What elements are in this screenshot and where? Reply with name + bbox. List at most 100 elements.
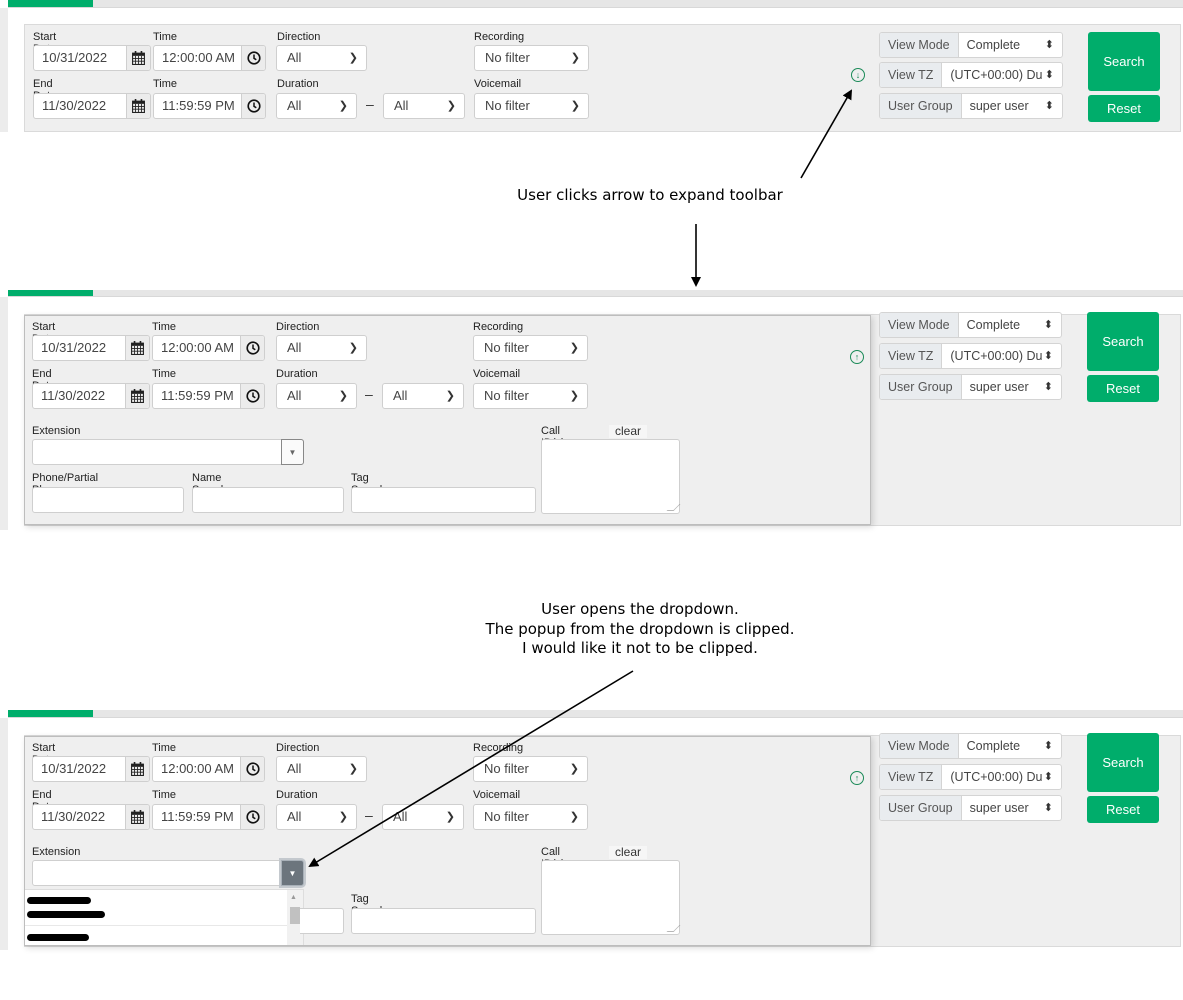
view-mode-select[interactable]: Complete ⬍ <box>959 313 1061 337</box>
duration-min-select[interactable]: All ❯ <box>276 93 357 119</box>
dropdown-option[interactable] <box>25 927 287 945</box>
view-tz-group[interactable]: View TZ (UTC+00:00) Dub ⬍ <box>879 62 1063 88</box>
chevron-down-icon: ❯ <box>445 811 455 823</box>
user-group-group[interactable]: User Group super user ⬍ <box>879 93 1063 119</box>
reset-button[interactable]: Reset <box>1088 95 1160 122</box>
direction-select[interactable]: All ❯ <box>276 756 367 782</box>
calendar-icon[interactable] <box>125 805 149 829</box>
calendar-icon[interactable] <box>126 46 150 70</box>
end-time-input[interactable]: 11:59:59 PM <box>152 383 265 409</box>
voicemail-select[interactable]: No filter ❯ <box>473 804 588 830</box>
start-date-input[interactable]: 10/31/2022 <box>32 335 150 361</box>
view-mode-group[interactable]: View Mode Complete ⬍ <box>879 733 1062 759</box>
start-date-value: 10/31/2022 <box>41 761 107 776</box>
direction-select[interactable]: All ❯ <box>276 45 367 71</box>
calendar-icon[interactable] <box>125 384 149 408</box>
duration-max-select[interactable]: All ❯ <box>382 804 464 830</box>
recording-select[interactable]: No filter ❯ <box>473 756 588 782</box>
end-date-input[interactable]: 11/30/2022 <box>32 804 150 830</box>
call-ids-textarea[interactable] <box>541 439 681 514</box>
extension-dropdown-button[interactable]: ▼ <box>281 439 304 465</box>
user-group-select[interactable]: super user ⬍ <box>962 94 1062 118</box>
view-mode-group[interactable]: View Mode Complete ⬍ <box>879 32 1063 58</box>
calendar-icon[interactable] <box>125 757 149 781</box>
search-button[interactable]: Search <box>1088 32 1160 91</box>
end-time-input[interactable]: 11:59:59 PM <box>153 93 266 119</box>
chevron-down-icon: ❯ <box>569 390 579 402</box>
collapse-toolbar-button[interactable]: ↑ <box>850 350 864 364</box>
duration-max-select[interactable]: All ❯ <box>383 93 465 119</box>
user-group-group[interactable]: User Group super user ⬍ <box>879 374 1062 400</box>
direction-label: Direction <box>276 742 320 754</box>
user-group-select[interactable]: super user ⬍ <box>962 375 1061 399</box>
recording-select[interactable]: No filter ❯ <box>474 45 589 71</box>
end-date-input[interactable]: 11/30/2022 <box>32 383 150 409</box>
duration-max-select[interactable]: All ❯ <box>382 383 464 409</box>
view-mode-group[interactable]: View Mode Complete ⬍ <box>879 312 1062 338</box>
clock-icon[interactable] <box>240 384 264 408</box>
chevron-down-icon: ❯ <box>569 811 579 823</box>
calendar-icon[interactable] <box>125 336 149 360</box>
scroll-up-icon[interactable]: ▲ <box>290 894 297 901</box>
expand-toolbar-button[interactable]: ↓ <box>851 68 865 82</box>
direction-select[interactable]: All ❯ <box>276 335 367 361</box>
duration-min-select[interactable]: All ❯ <box>276 383 357 409</box>
clear-ids-button[interactable]: clear ids <box>609 425 648 451</box>
chevron-down-icon: ❯ <box>348 763 358 775</box>
tag-search-input[interactable] <box>351 908 536 934</box>
clock-icon[interactable] <box>240 805 264 829</box>
scrollbar-thumb[interactable] <box>290 907 300 924</box>
view-mode-select[interactable]: Complete ⬍ <box>959 33 1062 57</box>
start-date-input[interactable]: 10/31/2022 <box>33 45 151 71</box>
view-tz-group[interactable]: View TZ (UTC+00:00) Dub ⬍ <box>879 343 1062 369</box>
phone-input[interactable] <box>32 487 184 513</box>
chevron-down-icon: ❯ <box>338 390 348 402</box>
search-button[interactable]: Search <box>1087 733 1159 792</box>
start-time-input[interactable]: 12:00:00 AM <box>152 335 265 361</box>
clock-icon[interactable] <box>241 46 265 70</box>
voicemail-label: Voicemail <box>474 78 522 90</box>
clock-icon[interactable] <box>240 336 264 360</box>
start-date-input[interactable]: 10/31/2022 <box>32 756 150 782</box>
start-time-input[interactable]: 12:00:00 AM <box>152 756 265 782</box>
view-mode-select[interactable]: Complete ⬍ <box>959 734 1061 758</box>
view-tz-select[interactable]: (UTC+00:00) Dub ⬍ <box>942 765 1061 789</box>
duration-min-select[interactable]: All ❯ <box>276 804 357 830</box>
sort-updown-icon: ⬍ <box>1041 344 1053 368</box>
view-tz-select[interactable]: (UTC+00:00) Dub ⬍ <box>942 344 1061 368</box>
clock-icon[interactable] <box>240 757 264 781</box>
call-ids-textarea[interactable] <box>541 860 681 935</box>
end-time-input[interactable]: 11:59:59 PM <box>152 804 265 830</box>
extension-dropdown-button[interactable]: ▼ <box>281 860 304 886</box>
progress-bar <box>8 290 1183 297</box>
name-search-input[interactable] <box>192 487 344 513</box>
user-group-select[interactable]: super user ⬍ <box>962 796 1061 820</box>
end-date-input[interactable]: 11/30/2022 <box>33 93 151 119</box>
extension-dropdown-popup[interactable]: ▲ <box>25 889 304 945</box>
voicemail-select[interactable]: No filter ❯ <box>474 93 589 119</box>
redacted-text <box>27 897 91 904</box>
calendar-icon[interactable] <box>126 94 150 118</box>
collapse-toolbar-button[interactable]: ↑ <box>850 771 864 785</box>
reset-button[interactable]: Reset <box>1087 796 1159 823</box>
user-group-group[interactable]: User Group super user ⬍ <box>879 795 1062 821</box>
extension-combobox[interactable]: ▼ <box>32 439 304 465</box>
reset-button[interactable]: Reset <box>1087 375 1159 402</box>
extension-combobox[interactable]: ▼ <box>32 860 304 886</box>
search-button[interactable]: Search <box>1087 312 1159 371</box>
clock-icon[interactable] <box>241 94 265 118</box>
tag-search-input[interactable] <box>351 487 536 513</box>
view-tz-group[interactable]: View TZ (UTC+00:00) Dub ⬍ <box>879 764 1062 790</box>
clear-ids-button[interactable]: clear ids <box>609 846 648 872</box>
start-time-input[interactable]: 12:00:00 AM <box>153 45 266 71</box>
resize-handle-icon[interactable] <box>666 925 681 932</box>
progress-bar-fill <box>8 290 93 296</box>
voicemail-select[interactable]: No filter ❯ <box>473 383 588 409</box>
view-tz-select[interactable]: (UTC+00:00) Dub ⬍ <box>942 63 1062 87</box>
dropdown-option[interactable] <box>25 890 287 926</box>
chevron-down-icon: ❯ <box>569 342 579 354</box>
recording-select[interactable]: No filter ❯ <box>473 335 588 361</box>
name-search-input[interactable] <box>300 908 344 934</box>
resize-handle-icon[interactable] <box>666 504 681 511</box>
user-group-value: super user <box>969 801 1029 815</box>
